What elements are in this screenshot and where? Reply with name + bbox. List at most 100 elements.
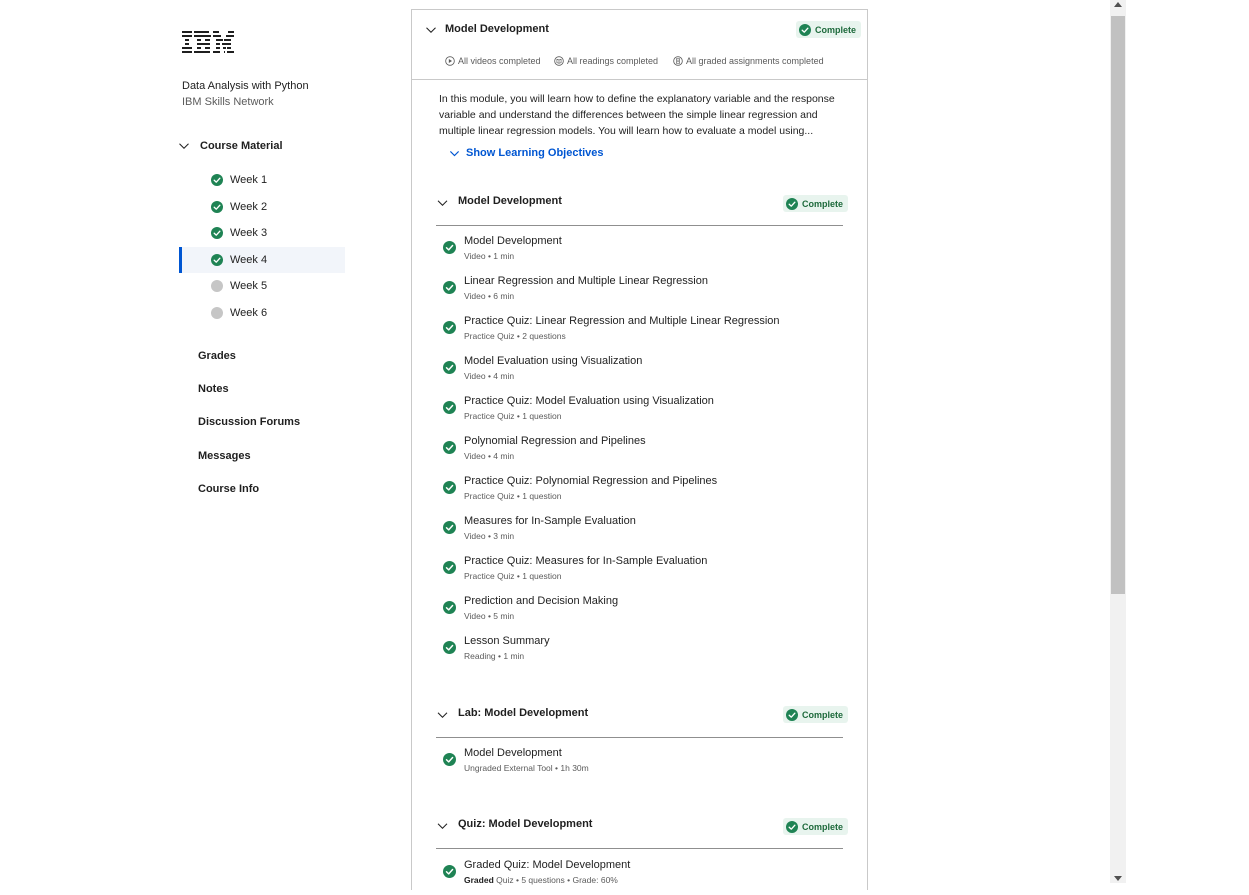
list-item[interactable]: Polynomial Regression and Pipelines Video… bbox=[436, 435, 843, 471]
week-label: Week 5 bbox=[230, 280, 268, 292]
section-title: Quiz: Model Development bbox=[458, 818, 593, 830]
week-label: Week 4 bbox=[230, 254, 268, 266]
module-title: Model Development bbox=[445, 23, 549, 35]
status-badge-label: Complete bbox=[802, 198, 844, 209]
item-meta: Video • 6 min bbox=[464, 291, 515, 301]
sidebar: Data Analysis with Python IBM Skills Net… bbox=[0, 0, 360, 883]
status-badge: Complete bbox=[783, 818, 849, 835]
scroll-thumb[interactable] bbox=[1111, 16, 1125, 594]
check-circle-icon bbox=[211, 227, 223, 239]
status-badge-label: Complete bbox=[802, 709, 844, 720]
sidebar-item-week-1[interactable]: Week 1 bbox=[179, 167, 345, 193]
sidebar-item-week-6[interactable]: Week 6 bbox=[179, 300, 345, 326]
list-item[interactable]: Prediction and Decision Making Video • 5 … bbox=[436, 595, 843, 631]
list-item[interactable]: Lesson Summary Reading • 1 min bbox=[436, 635, 843, 671]
item-meta: Ungraded External Tool • 1h 30m bbox=[464, 763, 589, 773]
item-meta: Reading • 1 min bbox=[464, 651, 525, 661]
course-title[interactable]: Data Analysis with Python bbox=[182, 80, 309, 92]
check-circle-icon bbox=[786, 198, 798, 210]
course-material-toggle[interactable]: Course Material bbox=[178, 140, 283, 152]
check-circle-icon bbox=[786, 709, 798, 721]
list-item[interactable]: Model Evaluation using Visualization Vide… bbox=[436, 355, 843, 391]
chevron-down-icon bbox=[436, 197, 449, 209]
scroll-up-arrow-icon[interactable] bbox=[1114, 2, 1122, 7]
item-title: Model Evaluation using Visualization bbox=[464, 355, 643, 367]
list-item[interactable]: Practice Quiz: Model Evaluation using Vi… bbox=[436, 395, 843, 431]
module-description: In this module, you will learn how to de… bbox=[439, 93, 835, 137]
scrollbar[interactable] bbox=[1110, 0, 1126, 883]
status-badge-label: Complete bbox=[802, 821, 844, 832]
chevron-down-icon bbox=[436, 820, 449, 832]
check-circle-icon bbox=[786, 821, 798, 833]
check-circle-icon bbox=[443, 521, 456, 534]
week-label: Week 2 bbox=[230, 201, 268, 213]
item-title: Graded Quiz: Model Development bbox=[464, 859, 631, 871]
week-label: Week 6 bbox=[230, 307, 268, 319]
check-circle-icon bbox=[211, 174, 223, 186]
list-item[interactable]: Model Development Video • 1 min bbox=[436, 235, 843, 271]
nav-messages[interactable]: Messages bbox=[198, 450, 251, 462]
item-meta: Video • 4 min bbox=[464, 371, 515, 381]
check-circle-icon bbox=[443, 281, 456, 294]
status-badge-label: Complete bbox=[815, 24, 857, 35]
sidebar-item-week-3[interactable]: Week 3 bbox=[179, 220, 345, 246]
item-title: Measures for In-Sample Evaluation bbox=[464, 515, 636, 527]
list-item[interactable]: Practice Quiz: Linear Regression and Mul… bbox=[436, 315, 843, 351]
check-circle-icon bbox=[443, 401, 456, 414]
nav-discussion-forums[interactable]: Discussion Forums bbox=[198, 416, 300, 428]
item-title: Lesson Summary bbox=[464, 635, 550, 647]
item-title: Model Development bbox=[464, 235, 562, 247]
chevron-down-icon bbox=[178, 140, 190, 152]
item-meta: Video • 4 min bbox=[464, 451, 515, 461]
list-item[interactable]: Graded Quiz: Model Development Graded Qui… bbox=[436, 859, 843, 895]
check-circle-icon bbox=[443, 321, 456, 334]
list-item[interactable]: Measures for In-Sample Evaluation Video •… bbox=[436, 515, 843, 551]
section-lab-model-development: Lab: Model Development Complete Model De… bbox=[436, 706, 849, 773]
section-header[interactable]: Lab: Model Development Complete bbox=[436, 706, 849, 738]
list-item[interactable]: Linear Regression and Multiple Linear Re… bbox=[436, 275, 843, 311]
item-title: Practice Quiz: Polynomial Regression and… bbox=[464, 475, 718, 487]
chevron-down-icon[interactable] bbox=[425, 24, 437, 36]
item-title: Linear Regression and Multiple Linear Re… bbox=[464, 275, 708, 287]
check-circle-icon bbox=[211, 254, 223, 266]
stat-label: All graded assignments completed bbox=[686, 56, 824, 66]
nav-notes[interactable]: Notes bbox=[198, 383, 229, 395]
list-item[interactable]: Practice Quiz: Measures for In-Sample Ev… bbox=[436, 555, 843, 591]
scroll-down-arrow-icon[interactable] bbox=[1114, 876, 1122, 881]
list-item[interactable]: Practice Quiz: Polynomial Regression and… bbox=[436, 475, 843, 511]
section-header[interactable]: Quiz: Model Development Complete bbox=[436, 818, 849, 849]
nav-course-info[interactable]: Course Info bbox=[198, 483, 259, 495]
nav-grades[interactable]: Grades bbox=[198, 350, 236, 362]
check-circle-icon bbox=[443, 361, 456, 374]
ibm-logo[interactable] bbox=[182, 31, 236, 53]
list-item[interactable]: Model Development Ungraded External Tool … bbox=[436, 747, 843, 783]
week-label: Week 1 bbox=[230, 174, 268, 186]
chevron-down-icon bbox=[449, 148, 460, 159]
section-title: Model Development bbox=[458, 195, 562, 207]
graded-label: Graded bbox=[464, 875, 494, 885]
reading-icon bbox=[554, 56, 564, 66]
sidebar-item-week-2[interactable]: Week 2 bbox=[179, 194, 345, 220]
module-header[interactable]: Model Development Complete All videos co… bbox=[412, 10, 867, 80]
check-circle-icon bbox=[443, 241, 456, 254]
item-meta: Graded Quiz • 5 questions • Grade: 60% bbox=[464, 875, 618, 885]
stat-label: All videos completed bbox=[458, 56, 541, 66]
item-meta: Practice Quiz • 1 question bbox=[464, 491, 562, 501]
stat-readings: All readings completed bbox=[554, 56, 658, 66]
section-header[interactable]: Model Development Complete bbox=[436, 195, 849, 226]
show-learning-objectives-button[interactable]: Show Learning Objectives bbox=[449, 147, 604, 159]
objectives-label: Show Learning Objectives bbox=[466, 147, 604, 159]
assignment-icon bbox=[673, 56, 683, 66]
stat-videos: All videos completed bbox=[445, 56, 541, 66]
item-meta: Video • 3 min bbox=[464, 531, 515, 541]
empty-circle-icon bbox=[211, 280, 223, 292]
check-circle-icon bbox=[799, 24, 811, 36]
sidebar-item-week-4[interactable]: Week 4 bbox=[179, 247, 345, 273]
chevron-down-icon bbox=[436, 709, 449, 721]
stat-label: All readings completed bbox=[567, 56, 659, 66]
check-circle-icon bbox=[443, 441, 456, 454]
sidebar-item-week-5[interactable]: Week 5 bbox=[179, 273, 345, 299]
check-circle-icon bbox=[443, 641, 456, 654]
item-title: Polynomial Regression and Pipelines bbox=[464, 435, 646, 447]
item-title: Model Development bbox=[464, 747, 562, 759]
